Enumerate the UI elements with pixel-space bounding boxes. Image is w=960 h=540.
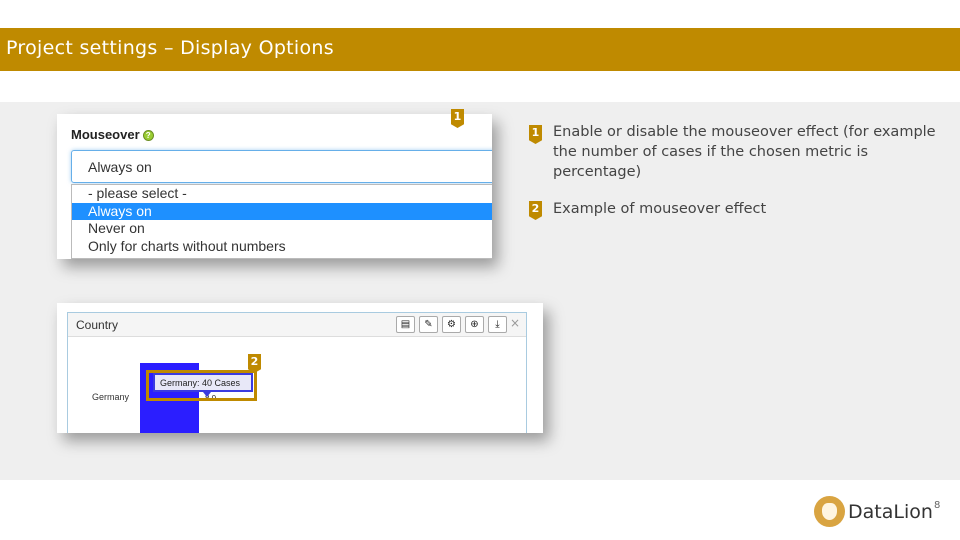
title-bar: Project settings – Display Options — [0, 28, 960, 71]
slide-title: Project settings – Display Options — [6, 37, 334, 59]
dropdown-option-please-select[interactable]: - please select - — [72, 185, 492, 203]
mouseover-selected-value: Always on — [88, 159, 152, 175]
zoom-icon[interactable]: ⊕ — [465, 316, 484, 333]
category-label: Germany — [92, 392, 130, 402]
badge-1-screenshot: 1 — [451, 109, 464, 128]
note-2-text: Example of mouseover effect — [553, 201, 767, 217]
dropdown-option-never-on[interactable]: Never on — [72, 220, 492, 238]
mouseover-label: Mouseover? — [71, 127, 154, 142]
note-1-badge: 1 — [529, 125, 542, 144]
table-icon[interactable]: ▤ — [396, 316, 415, 333]
lion-logo-icon — [814, 496, 845, 527]
mouseover-settings-screenshot: Mouseover? Always on - please select - A… — [57, 114, 492, 259]
chart-panel: Country ▤ ✎ ⚙ ⊕ ⤓ × Germany 8.0 Germany:… — [67, 312, 527, 433]
chart-screenshot: Country ▤ ✎ ⚙ ⊕ ⤓ × Germany 8.0 Germany:… — [57, 303, 543, 433]
badge-2-screenshot: 2 — [248, 354, 261, 373]
page-number: 8 — [934, 500, 941, 511]
note-1-text: Enable or disable the mouseover effect (… — [553, 124, 936, 180]
dropdown-option-always-on[interactable]: Always on — [72, 202, 492, 220]
brand-name: DataLion — [848, 501, 933, 523]
download-icon[interactable]: ⤓ — [488, 316, 507, 333]
note-2-badge: 2 — [529, 201, 542, 220]
gear-icon[interactable]: ⚙ — [442, 316, 461, 333]
chart-panel-header: Country ▤ ✎ ⚙ ⊕ ⤓ × — [68, 313, 526, 337]
tooltip-highlight-box — [146, 370, 257, 401]
slide: Project settings – Display Options Mouse… — [0, 0, 960, 540]
mouseover-label-text: Mouseover — [71, 127, 140, 142]
dropdown-option-charts-without-numbers[interactable]: Only for charts without numbers — [72, 238, 492, 256]
mouseover-dropdown-list: - please select - Always on Never on Onl… — [71, 184, 492, 259]
lion-face — [822, 503, 837, 520]
help-icon[interactable]: ? — [142, 130, 154, 142]
close-icon[interactable]: × — [510, 316, 520, 330]
pencil-icon[interactable]: ✎ — [419, 316, 438, 333]
mouseover-select[interactable]: Always on — [71, 150, 492, 183]
chart-title: Country — [76, 318, 119, 332]
